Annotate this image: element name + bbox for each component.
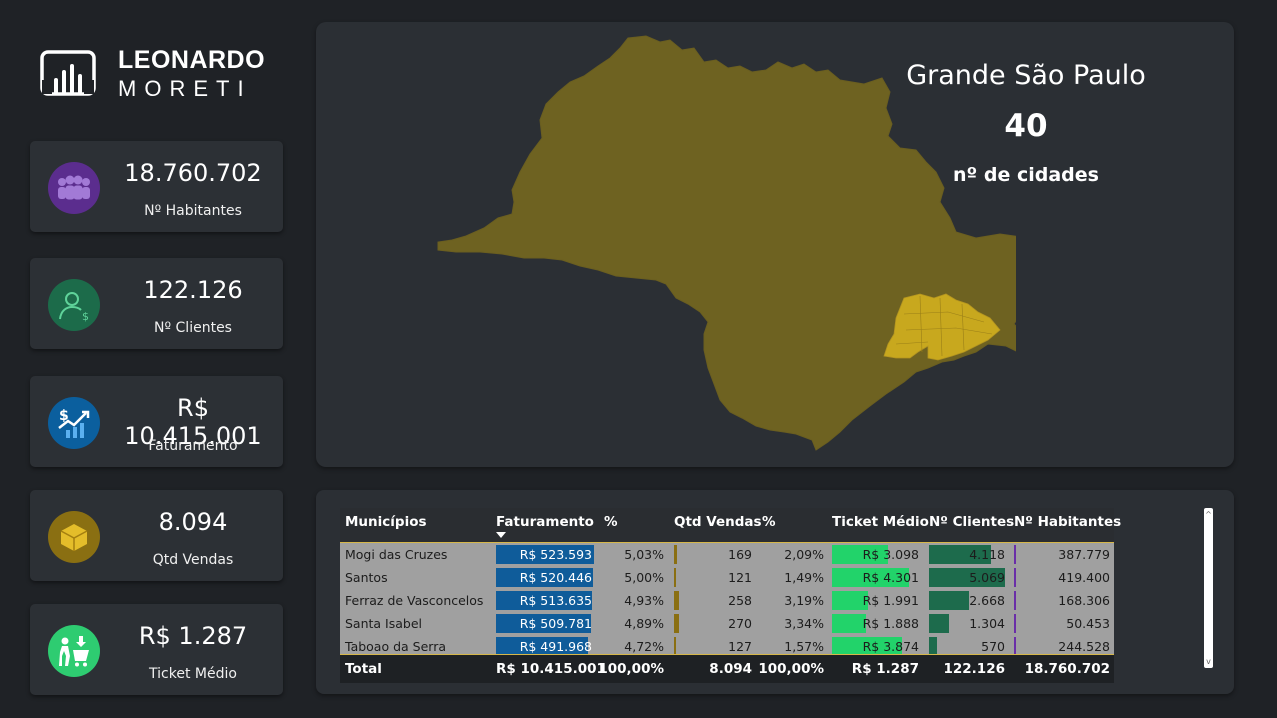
total-ticket: R$ 1.287 <box>851 661 919 677</box>
table-panel: Municípios Faturamento % Qtd Vendas % Ti… <box>316 490 1234 694</box>
clientes-cell: 1.304 <box>969 616 1005 631</box>
header-ticket-medio[interactable]: Ticket Médio <box>832 514 929 530</box>
faturamento-cell: R$ 491.968 <box>519 639 592 654</box>
kpi-value: 18.760.702 <box>124 159 262 187</box>
qtd-pct-cell: 3,34% <box>784 616 824 631</box>
table-row[interactable]: Mogi das Cruzes R$ 523.593 5,03% 169 2,09% R$… <box>340 543 1114 566</box>
header-habitantes[interactable]: Nº Habitantes <box>1014 514 1121 530</box>
habitantes-cell: 419.400 <box>1058 570 1110 585</box>
kpi-label: Nº Clientes <box>154 320 232 336</box>
faturamento-pct-cell: 5,03% <box>624 547 664 562</box>
faturamento-cell: R$ 509.781 <box>519 616 592 631</box>
municipio-cell: Santa Isabel <box>345 616 423 631</box>
city-count: 40 <box>1004 108 1048 144</box>
qtd-pct-cell: 1,49% <box>784 570 824 585</box>
table-header: Municípios Faturamento % Qtd Vendas % Ti… <box>340 508 1121 543</box>
qtd-pct-cell: 3,19% <box>784 593 824 608</box>
qtd-cell: 258 <box>728 593 752 608</box>
faturamento-cell: R$ 513.635 <box>519 593 592 608</box>
sort-desc-icon[interactable] <box>496 532 506 538</box>
table-row[interactable]: Santos R$ 520.446 5,00% 121 1,49% R$ 4.301 5.0… <box>340 566 1114 589</box>
qtd-cell: 270 <box>728 616 752 631</box>
table-scrollbar[interactable]: ^ v <box>1204 508 1213 668</box>
qtd-pct-cell: 2,09% <box>784 547 824 562</box>
ticket-cell: R$ 3.098 <box>862 547 919 562</box>
total-clientes: 122.126 <box>943 661 1006 677</box>
ticket-cell: R$ 3.874 <box>862 639 919 654</box>
scroll-down-icon[interactable]: v <box>1204 657 1213 666</box>
brand-name-line1: LEONARDO <box>118 46 266 74</box>
kpi-label: Qtd Vendas <box>152 552 234 568</box>
clientes-cell: 2.668 <box>969 593 1005 608</box>
svg-text:$: $ <box>82 310 89 322</box>
municipio-cell: Santos <box>345 570 388 585</box>
kpi-value: 122.126 <box>143 276 243 304</box>
kpi-card-qtd-vendas[interactable]: 8.094 Qtd Vendas <box>30 490 283 581</box>
kpi-label: Faturamento <box>148 438 238 454</box>
header-qtd-pct[interactable]: % <box>762 514 776 530</box>
faturamento-cell: R$ 523.593 <box>519 547 592 562</box>
habitantes-cell: 244.528 <box>1058 639 1110 654</box>
ticket-cell: R$ 1.991 <box>862 593 919 608</box>
faturamento-cell: R$ 520.446 <box>519 570 592 585</box>
header-municipios[interactable]: Municípios <box>345 514 427 530</box>
kpi-card-habitantes[interactable]: 18.760.702 Nº Habitantes <box>30 141 283 232</box>
qtd-cell: 121 <box>728 570 752 585</box>
header-clientes[interactable]: Nº Clientes <box>929 514 1014 530</box>
total-qtd-pct: 100,00% <box>758 661 824 677</box>
total-faturamento-pct: 100,00% <box>598 661 664 677</box>
header-faturamento-pct[interactable]: % <box>604 514 618 530</box>
qtd-cell: 127 <box>728 639 752 654</box>
clientes-cell: 570 <box>981 639 1005 654</box>
faturamento-pct-cell: 4,93% <box>624 593 664 608</box>
kpi-value: 8.094 <box>158 508 228 536</box>
ticket-cell: R$ 1.888 <box>862 616 919 631</box>
total-habitantes: 18.760.702 <box>1024 661 1110 677</box>
state-shape <box>437 35 1016 451</box>
total-label: Total <box>345 661 382 677</box>
kpi-value: R$ 1.287 <box>138 622 248 650</box>
people-group-icon <box>48 162 100 214</box>
total-qtd: 8.094 <box>709 661 752 677</box>
table-row[interactable]: Taboao da Serra R$ 491.968 4,72% 127 1,57% R$… <box>340 635 1114 654</box>
municipio-cell: Mogi das Cruzes <box>345 547 448 562</box>
habitantes-cell: 168.306 <box>1058 593 1110 608</box>
scroll-up-icon[interactable]: ^ <box>1204 510 1213 519</box>
map-panel: Grande São Paulo 40 nº de cidades <box>316 22 1234 467</box>
kpi-card-clientes[interactable]: $ 122.126 Nº Clientes <box>30 258 283 349</box>
qtd-pct-cell: 1,57% <box>784 639 824 654</box>
revenue-chart-icon: $ <box>48 397 100 449</box>
brand-logo: LEONARDO MORETI <box>40 46 280 102</box>
box-icon <box>48 511 100 563</box>
table-row[interactable]: Ferraz de Vasconcelos R$ 513.635 4,93% 258 3… <box>340 589 1114 612</box>
header-qtd-vendas[interactable]: Qtd Vendas <box>674 514 762 530</box>
header-faturamento[interactable]: Faturamento <box>496 514 594 530</box>
table-row[interactable]: Santa Isabel R$ 509.781 4,89% 270 3,34% R$ 1.… <box>340 612 1114 635</box>
habitantes-cell: 387.779 <box>1058 547 1110 562</box>
table-total-row: Total R$ 10.415.001 100,00% 8.094 100,00… <box>340 654 1114 683</box>
shopping-cart-icon <box>48 625 100 677</box>
habitantes-cell: 50.453 <box>1066 616 1110 631</box>
kpi-label: Ticket Médio <box>149 666 237 682</box>
ticket-cell: R$ 4.301 <box>862 570 919 585</box>
clientes-cell: 5.069 <box>969 570 1005 585</box>
clientes-cell: 4.118 <box>969 547 1005 562</box>
kpi-card-ticket-medio[interactable]: R$ 1.287 Ticket Médio <box>30 604 283 695</box>
municipio-cell: Ferraz de Vasconcelos <box>345 593 484 608</box>
brand-name-line2: MORETI <box>118 76 252 101</box>
region-title: Grande São Paulo <box>906 60 1146 91</box>
qtd-cell: 169 <box>728 547 752 562</box>
user-dollar-icon: $ <box>48 279 100 331</box>
kpi-label: Nº Habitantes <box>144 203 242 219</box>
faturamento-pct-cell: 5,00% <box>624 570 664 585</box>
municipios-table: Municípios Faturamento % Qtd Vendas % Ti… <box>340 508 1121 683</box>
total-faturamento: R$ 10.415.001 <box>496 661 606 677</box>
table-body: Mogi das Cruzes R$ 523.593 5,03% 169 2,09% R$… <box>340 543 1114 654</box>
faturamento-pct-cell: 4,72% <box>624 639 664 654</box>
bar-chart-logo-icon <box>40 50 96 96</box>
kpi-card-faturamento[interactable]: $ R$ 10.415.001 Faturamento <box>30 376 283 467</box>
city-count-label: nº de cidades <box>953 164 1099 186</box>
faturamento-pct-cell: 4,89% <box>624 616 664 631</box>
municipio-cell: Taboao da Serra <box>345 639 447 654</box>
